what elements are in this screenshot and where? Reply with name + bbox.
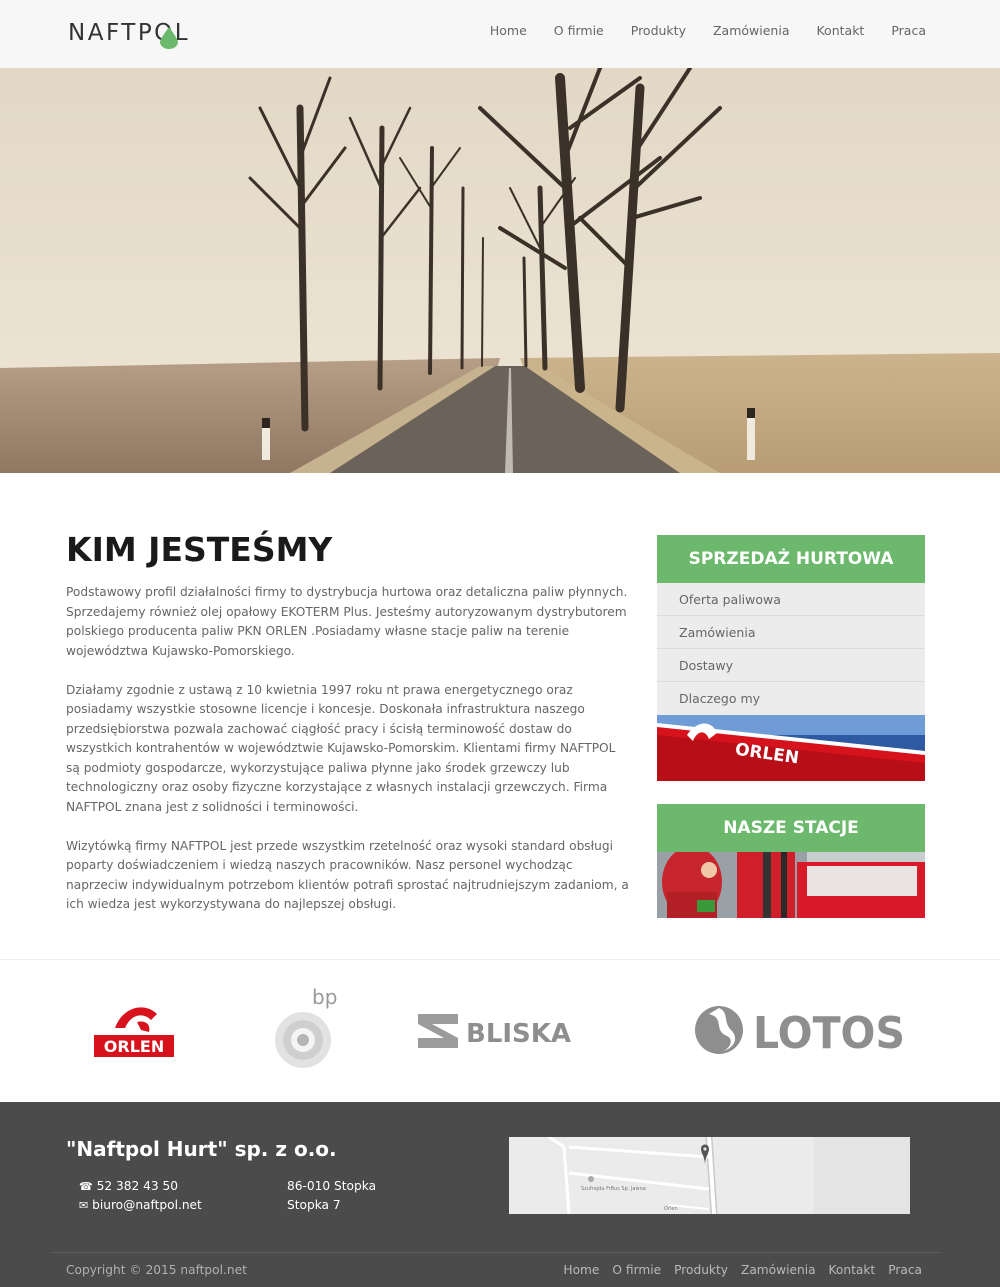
footer-nav-kontakt[interactable]: Kontakt — [829, 1263, 876, 1277]
stations-image[interactable] — [657, 852, 925, 918]
lotos-logo-text: LOTOS — [753, 1008, 905, 1059]
orlen-station-image[interactable]: ORLEN — [657, 715, 925, 781]
hero-image — [0, 68, 1000, 473]
menu-dostawy[interactable]: Dostawy — [657, 649, 925, 682]
map-label-orlen: Orlen — [664, 1206, 678, 1212]
footer-divider — [52, 1252, 940, 1253]
nav-zamowienia[interactable]: Zamówienia — [713, 23, 790, 38]
contact-phone: ☎ 52 382 43 50 — [79, 1179, 178, 1193]
site-logo[interactable]: NAFTPOL — [68, 17, 228, 49]
footer-nav-produkty[interactable]: Produkty — [674, 1263, 728, 1277]
about-paragraph: Podstawowy profil działalności firmy to … — [66, 585, 628, 658]
footer-nav-praca[interactable]: Praca — [888, 1263, 922, 1277]
road-trees-photo — [0, 68, 1000, 473]
site-header: NAFTPOL Home O firmie Produkty Zamówieni… — [0, 0, 1000, 68]
orlen-canopy-photo: ORLEN — [657, 715, 925, 781]
map-label-firm: Szufrajda FrBus Sp. Jawna — [581, 1186, 646, 1192]
phone-number[interactable]: 52 382 43 50 — [97, 1179, 178, 1193]
stations-box: NASZE STACJE — [657, 804, 925, 918]
bp-logo[interactable]: bp — [270, 984, 340, 1076]
page-title: KIM JESTEŚMY — [66, 530, 333, 569]
address-line1: 86-010 Stopka — [287, 1179, 377, 1193]
fuel-pump-photo — [657, 852, 925, 918]
map-graphic: Szufrajda FrBus Sp. Jawna Orlen — [509, 1137, 910, 1214]
company-name: "Naftpol Hurt" sp. z o.o. — [66, 1137, 337, 1161]
envelope-icon: ✉ — [79, 1199, 89, 1212]
about-paragraph: Działamy zgodnie z ustawą z 10 kwietnia … — [66, 682, 616, 814]
partner-logos: ORLEN bp BLISKA LOTOS — [0, 959, 1000, 1102]
nav-produkty[interactable]: Produkty — [631, 23, 686, 38]
wholesale-box: SPRZEDAŻ HURTOWA Oferta paliwowa Zamówie… — [657, 535, 925, 781]
wholesale-menu: Oferta paliwowa Zamówienia Dostawy Dlacz… — [657, 583, 925, 715]
stations-heading[interactable]: NASZE STACJE — [657, 804, 925, 852]
phone-icon: ☎ — [79, 1180, 93, 1193]
menu-oferta-paliwowa[interactable]: Oferta paliwowa — [657, 583, 925, 616]
naftpol-logo: NAFTPOL — [68, 20, 188, 46]
footer-nav: Home O firmie Produkty Zamówienia Kontak… — [550, 1263, 922, 1277]
main-nav: Home O firmie Produkty Zamówienia Kontak… — [463, 23, 926, 38]
contact-email: ✉ biuro@naftpol.net — [79, 1198, 202, 1212]
menu-dlaczego-my[interactable]: Dlaczego my — [657, 682, 925, 715]
about-text: Podstawowy profil działalności firmy to … — [66, 583, 631, 934]
orlen-logo-text: ORLEN — [104, 1037, 164, 1056]
about-paragraph: Wizytówką firmy NAFTPOL jest przede wszy… — [66, 838, 629, 912]
logo-drop-icon — [160, 27, 178, 49]
email-address[interactable]: biuro@naftpol.net — [92, 1198, 202, 1212]
address-line2: Stopka 7 — [287, 1198, 341, 1212]
site-footer: "Naftpol Hurt" sp. z o.o. ☎ 52 382 43 50… — [0, 1102, 1000, 1287]
footer-nav-home[interactable]: Home — [563, 1263, 599, 1277]
nav-kontakt[interactable]: Kontakt — [816, 23, 864, 38]
location-map[interactable]: Szufrajda FrBus Sp. Jawna Orlen — [509, 1137, 910, 1214]
menu-zamowienia[interactable]: Zamówienia — [657, 616, 925, 649]
nav-o-firmie[interactable]: O firmie — [554, 23, 604, 38]
bliska-logo-text: BLISKA — [466, 1019, 571, 1049]
nav-praca[interactable]: Praca — [891, 23, 926, 38]
nav-home[interactable]: Home — [490, 23, 527, 38]
bp-logo-text: bp — [312, 985, 337, 1009]
lotos-logo[interactable]: LOTOS — [695, 1004, 910, 1060]
copyright: Copyright © 2015 naftpol.net — [66, 1263, 247, 1277]
footer-nav-o-firmie[interactable]: O firmie — [612, 1263, 661, 1277]
orlen-logo[interactable]: ORLEN — [93, 1000, 175, 1060]
wholesale-heading[interactable]: SPRZEDAŻ HURTOWA — [657, 535, 925, 583]
footer-nav-zamowienia[interactable]: Zamówienia — [741, 1263, 816, 1277]
bliska-logo[interactable]: BLISKA — [418, 1012, 613, 1052]
